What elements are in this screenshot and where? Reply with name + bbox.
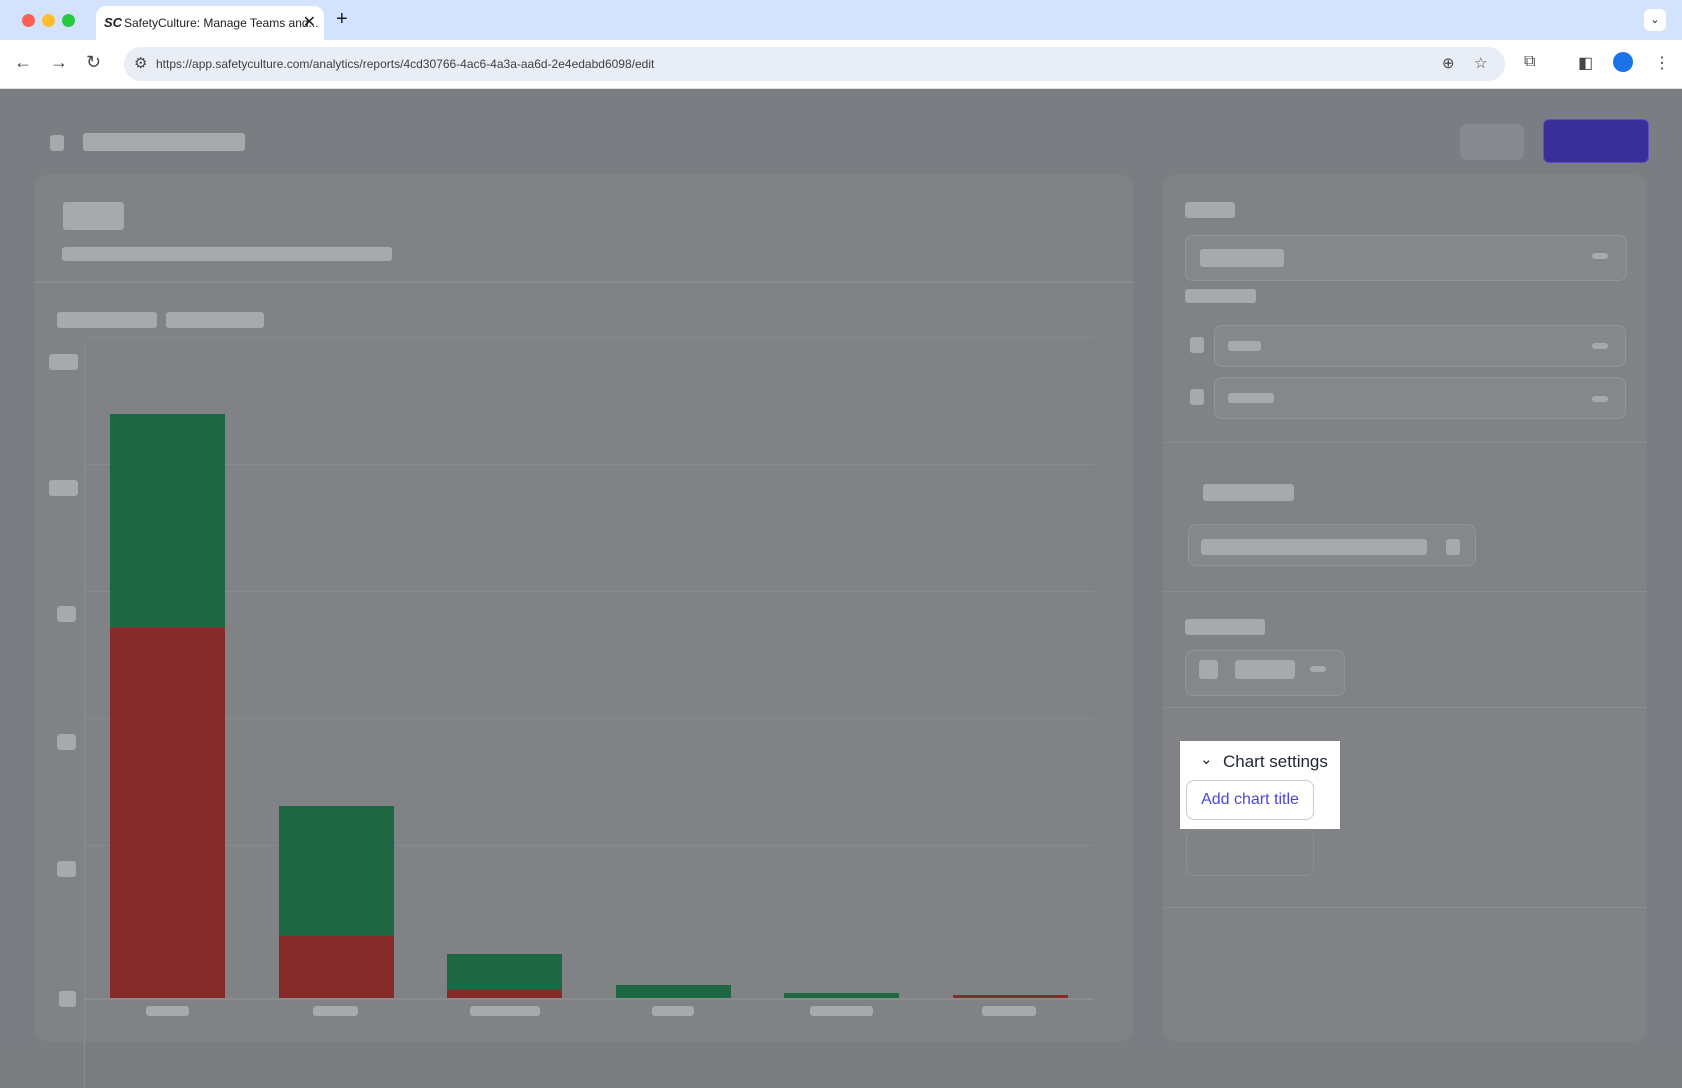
- add-chart-title-button[interactable]: Add chart title: [1186, 780, 1314, 820]
- profile-avatar[interactable]: [1613, 52, 1633, 72]
- new-tab-icon[interactable]: +: [336, 8, 348, 31]
- address-bar[interactable]: ⚙ https://app.safetyculture.com/analytic…: [124, 47, 1505, 81]
- close-tab-icon[interactable]: ✕: [303, 12, 316, 32]
- bar-segment-green: [447, 954, 562, 991]
- bar-segment-red: [278, 935, 394, 998]
- button-placeholder: [1186, 830, 1314, 876]
- bar-segment-green: [615, 984, 731, 998]
- y-tick-placeholder: [59, 991, 76, 1007]
- bar-segment-red: [447, 990, 562, 998]
- chart-header-placeholder-1: [57, 312, 157, 328]
- x-tick-placeholder: [313, 1006, 358, 1016]
- x-tick-placeholder: [470, 1006, 540, 1016]
- grid-line: [84, 718, 1094, 719]
- dropdown-chevron-placeholder: [1310, 666, 1326, 672]
- settings-label-placeholder: [1185, 289, 1256, 303]
- extensions-icon[interactable]: ⧉: [1524, 53, 1535, 71]
- y-tick-placeholder: [57, 606, 76, 622]
- panel-divider: [1163, 907, 1647, 908]
- chevron-down-icon[interactable]: ⌄: [1200, 750, 1213, 768]
- close-window-dot[interactable]: [22, 14, 35, 27]
- browser-tab-bar: SC SafetyCulture: Manage Teams and... ✕ …: [0, 0, 1682, 40]
- back-icon[interactable]: ←: [14, 52, 32, 73]
- chart-settings-title[interactable]: Chart settings: [1223, 752, 1328, 772]
- grid-line: [84, 591, 1094, 592]
- chart-settings-highlight: ⌄ Chart settings Add chart title: [1180, 741, 1340, 829]
- x-tick-placeholder: [810, 1006, 873, 1016]
- x-tick-placeholder: [652, 1006, 694, 1016]
- safetyculture-logo-icon: SC: [104, 15, 123, 30]
- bar-segment-green: [110, 413, 225, 628]
- more-menu-icon[interactable]: ⋮: [1654, 53, 1670, 73]
- card-title-placeholder: [63, 202, 124, 230]
- grid-line: [84, 464, 1094, 465]
- card-subtitle-placeholder: [62, 247, 392, 261]
- reload-icon[interactable]: ↻: [86, 52, 101, 73]
- bar-segment-red: [952, 995, 1068, 998]
- side-panel-icon[interactable]: ◧: [1578, 53, 1593, 73]
- dropdown-value-placeholder: [1235, 660, 1295, 679]
- url-text[interactable]: https://app.safetyculture.com/analytics/…: [156, 57, 654, 71]
- checkbox-placeholder: [1190, 337, 1204, 353]
- x-tick-placeholder: [146, 1006, 189, 1016]
- minimize-window-dot[interactable]: [42, 14, 55, 27]
- maximize-window-dot[interactable]: [62, 14, 75, 27]
- settings-panel: [1163, 175, 1647, 1041]
- x-axis-line: [84, 998, 1094, 1000]
- panel-divider: [1163, 707, 1647, 708]
- forward-icon[interactable]: →: [50, 52, 68, 73]
- select-chevron-placeholder: [1592, 396, 1608, 402]
- grid-line: [84, 337, 1094, 338]
- select-value-placeholder: [1228, 393, 1274, 403]
- dropdown-icon-placeholder: [1199, 660, 1218, 679]
- browser-toolbar: ← → ↻ ⚙ https://app.safetyculture.com/an…: [0, 40, 1682, 89]
- select-value-placeholder: [1228, 341, 1261, 351]
- bar-segment-green: [278, 806, 394, 936]
- browser-tab[interactable]: SC SafetyCulture: Manage Teams and... ✕: [96, 6, 324, 40]
- field-icon-placeholder: [1446, 539, 1460, 555]
- back-arrow-placeholder: [50, 135, 64, 151]
- bar-segment-red: [110, 627, 225, 998]
- card-divider: [35, 281, 1133, 283]
- y-tick-placeholder: [49, 354, 78, 370]
- tab-title: SafetyCulture: Manage Teams and...: [124, 16, 319, 30]
- select-placeholder: [1214, 325, 1626, 367]
- zoom-icon[interactable]: ⊕: [1442, 54, 1455, 72]
- bar-segment-green: [784, 992, 899, 998]
- y-tick-placeholder: [57, 734, 76, 750]
- y-tick-placeholder: [57, 861, 76, 877]
- chart-header-placeholder-2: [166, 312, 264, 328]
- checkbox-placeholder: [1190, 389, 1204, 405]
- select-placeholder: [1214, 377, 1626, 419]
- y-axis-line: [84, 343, 85, 1088]
- section-title-placeholder: [1203, 484, 1294, 501]
- select-value-placeholder: [1200, 249, 1284, 267]
- section-title-placeholder: [1185, 619, 1265, 635]
- select-chevron-placeholder: [1592, 343, 1608, 349]
- site-info-icon[interactable]: ⚙: [134, 54, 147, 72]
- dimmed-page: [0, 89, 1682, 1088]
- tab-search-icon[interactable]: ⌄: [1644, 9, 1666, 31]
- field-value-placeholder: [1201, 539, 1427, 555]
- panel-divider: [1163, 591, 1647, 592]
- settings-label-placeholder: [1185, 202, 1235, 218]
- save-button-placeholder: [1543, 119, 1649, 163]
- y-tick-placeholder: [49, 480, 78, 496]
- bookmark-star-icon[interactable]: ☆: [1474, 54, 1487, 72]
- panel-divider: [1163, 442, 1647, 443]
- breadcrumb-placeholder: [83, 133, 245, 151]
- select-chevron-placeholder: [1592, 253, 1608, 259]
- grid-line: [84, 845, 1094, 846]
- x-tick-placeholder: [982, 1006, 1036, 1016]
- cancel-button-placeholder: [1460, 124, 1524, 160]
